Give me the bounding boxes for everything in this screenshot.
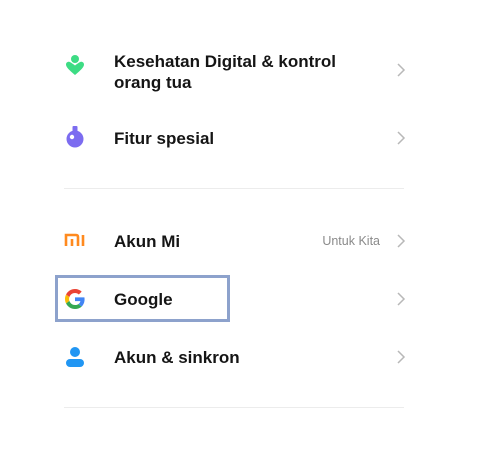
account-sync-icon	[63, 345, 87, 369]
section-divider	[64, 188, 404, 189]
chevron-right-icon	[397, 131, 406, 145]
chevron-right-icon	[397, 63, 406, 77]
section-divider	[64, 407, 404, 408]
focus-highlight	[55, 275, 230, 322]
settings-item-account-sync[interactable]: Akun & sinkron	[55, 339, 415, 375]
settings-item-value: Untuk Kita	[322, 234, 380, 248]
chevron-right-icon	[397, 292, 406, 306]
settings-item-label: Akun & sinkron	[114, 348, 240, 367]
chevron-right-icon	[397, 350, 406, 364]
settings-list: Kesehatan Digital & kontrol orang tua Fi…	[0, 0, 495, 455]
settings-item-mi-account[interactable]: Akun Mi Untuk Kita	[55, 222, 415, 258]
special-features-icon	[63, 125, 87, 149]
chevron-right-icon	[397, 234, 406, 248]
mi-account-icon	[63, 228, 87, 252]
settings-item-digital-wellbeing[interactable]: Kesehatan Digital & kontrol orang tua	[55, 48, 415, 98]
settings-item-label: Fitur spesial	[114, 129, 215, 148]
settings-item-label: Akun Mi	[114, 232, 181, 251]
settings-item-label: Kesehatan Digital & kontrol orang tua	[114, 52, 336, 92]
settings-item-special-features[interactable]: Fitur spesial	[55, 120, 415, 156]
digital-wellbeing-icon	[63, 54, 87, 78]
